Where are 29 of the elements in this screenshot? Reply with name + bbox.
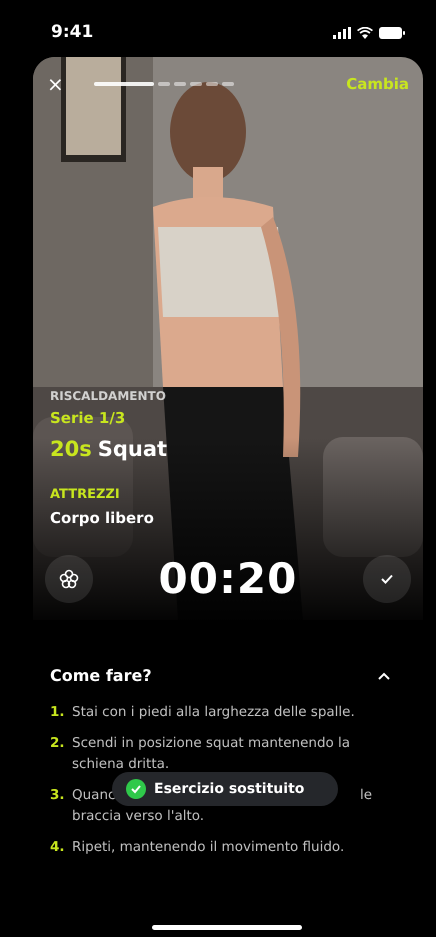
step-text: braccia verso l'alto.	[72, 807, 206, 826]
step-text: le	[360, 786, 372, 805]
equipment-label: ATTREZZI	[50, 486, 121, 504]
flower-icon	[59, 568, 79, 588]
step-text: Quanc	[72, 786, 116, 805]
step-text: Stai con i piedi alla larghezza delle spalle.	[72, 703, 355, 722]
phase-label: RISCALDAMENTO	[50, 388, 167, 405]
timer: 00:20	[158, 553, 298, 605]
equipment-text: Corpo libero	[50, 508, 155, 528]
step-text: Ripeti, mantenendo il movimento fluido.	[72, 838, 344, 857]
toast-text: Esercizio sostituito	[154, 780, 304, 798]
status-time: 9:41	[51, 20, 94, 44]
step-number: 4.	[50, 838, 66, 857]
check-icon	[380, 574, 393, 584]
check-circle-icon	[126, 779, 146, 799]
section-title: Come fare?	[50, 665, 152, 687]
set-label: Serie 1/3	[50, 408, 126, 429]
signal-icon	[333, 26, 351, 38]
close-button[interactable]: ×	[47, 74, 64, 94]
battery-icon	[379, 26, 405, 38]
step-number: 2.	[50, 734, 66, 753]
step-number: 1.	[50, 703, 66, 722]
step-number: 3.	[50, 786, 66, 805]
chevron-up-icon[interactable]	[378, 672, 390, 680]
duration-text: 20s	[50, 436, 92, 462]
step-text: Scendi in posizione squat mantenendo la schiena dritta.	[72, 734, 352, 774]
wifi-icon	[357, 26, 373, 38]
exercise-name: Squat	[98, 436, 168, 462]
flower-button[interactable]	[45, 554, 93, 602]
